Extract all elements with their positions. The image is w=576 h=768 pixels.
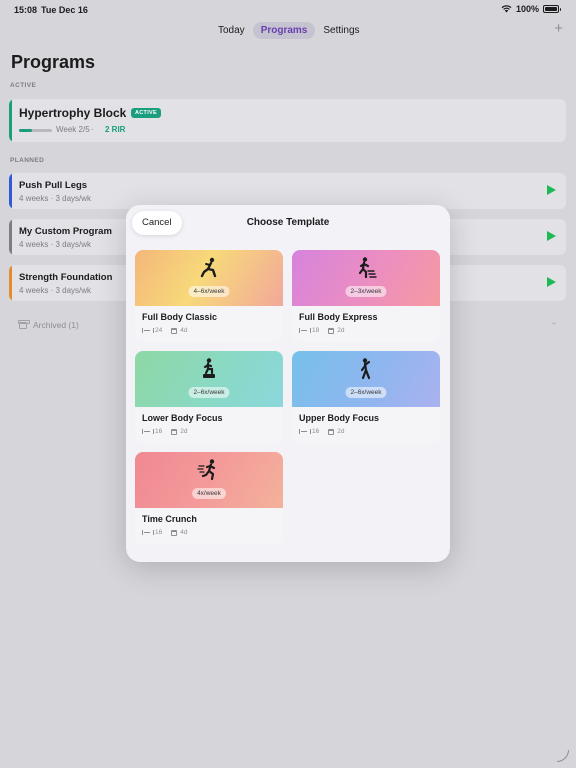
day-count: 2d — [337, 327, 345, 334]
template-meta: 16 4d — [142, 529, 187, 536]
section-active-label: ACTIVE — [10, 82, 37, 89]
calendar-icon — [171, 428, 178, 435]
dumbbell-icon — [299, 429, 311, 434]
planned-program-title: Strength Foundation — [19, 272, 113, 283]
chevron-down-icon[interactable]: › — [550, 322, 559, 325]
card-accent-bar — [9, 173, 12, 209]
week-label: Week 2/5 — [56, 125, 90, 134]
tab-today[interactable]: Today — [210, 22, 253, 39]
planned-program-subtitle: 4 weeks · 3 days/wk — [19, 240, 92, 249]
archived-label: Archived (1) — [33, 320, 79, 330]
template-name: Time Crunch — [142, 514, 197, 524]
exercise-count: 16 — [155, 428, 163, 435]
card-accent-bar — [9, 219, 12, 255]
template-name: Full Body Classic — [142, 312, 218, 322]
choose-template-sheet: Cancel Choose Template 4–6x/week Full Bo… — [126, 205, 450, 562]
template-card[interactable]: 2–6x/week Lower Body Focus 16 2d — [135, 351, 283, 443]
template-header: 4–6x/week — [135, 250, 283, 306]
dumbbell-icon — [142, 328, 154, 333]
dumbbell-icon — [299, 328, 311, 333]
template-header: 2–6x/week — [135, 351, 283, 407]
day-count: 4d — [180, 327, 188, 334]
step-figure-icon — [203, 358, 215, 378]
template-header: 2–6x/week — [292, 351, 440, 407]
planned-program-subtitle: 4 weeks · 3 days/wk — [19, 194, 92, 203]
day-count: 2d — [337, 428, 345, 435]
template-card[interactable]: 4x/week Time Crunch 16 4d — [135, 452, 283, 544]
frequency-pill: 2–3x/week — [345, 286, 387, 297]
tab-settings[interactable]: Settings — [315, 22, 367, 39]
progress-fill — [19, 129, 33, 132]
play-icon[interactable] — [547, 231, 556, 241]
frequency-pill: 4x/week — [192, 488, 226, 499]
top-nav: Today Programs Settings + — [0, 20, 576, 42]
progress-bar — [19, 129, 52, 132]
rir-label: 2 RIR — [105, 125, 126, 134]
frequency-pill: 4–6x/week — [188, 286, 230, 297]
frequency-pill: 2–6x/week — [345, 387, 387, 398]
planned-program-title: Push Pull Legs — [19, 180, 88, 191]
day-count: 4d — [180, 529, 188, 536]
archive-box-icon — [18, 319, 30, 329]
stair-figure-icon — [358, 257, 377, 279]
planned-program-card[interactable]: Push Pull Legs 4 weeks · 3 days/wk — [9, 173, 566, 209]
page-title: Programs — [11, 52, 96, 72]
exercise-count: 24 — [155, 327, 163, 334]
exercise-count: 16 — [312, 428, 320, 435]
template-name: Upper Body Focus — [299, 413, 380, 423]
separator: · — [91, 125, 94, 134]
calendar-icon — [171, 529, 178, 536]
status-badge: ACTIVE — [131, 108, 161, 118]
template-name: Lower Body Focus — [142, 413, 223, 423]
frequency-pill: 2–6x/week — [188, 387, 230, 398]
calendar-icon — [328, 428, 335, 435]
lunge-figure-icon — [200, 257, 217, 278]
exercise-count: 18 — [312, 327, 320, 334]
tab-bar: Today Programs Settings — [210, 20, 368, 40]
running-figure-icon — [197, 459, 216, 481]
status-time: 15:08 — [14, 5, 38, 15]
template-meta: 18 2d — [299, 327, 344, 334]
play-icon[interactable] — [547, 185, 556, 195]
exercise-count: 16 — [155, 529, 163, 536]
template-card[interactable]: 4–6x/week Full Body Classic 24 4d — [135, 250, 283, 342]
template-header: 4x/week — [135, 452, 283, 508]
dumbbell-icon — [142, 530, 154, 535]
planned-program-subtitle: 4 weeks · 3 days/wk — [19, 286, 92, 295]
sheet-title: Choose Template — [246, 217, 330, 228]
template-header: 2–3x/week — [292, 250, 440, 306]
template-meta: 24 4d — [142, 327, 187, 334]
active-program-card[interactable]: Hypertrophy Block ACTIVE Week 2/5 · 2 RI… — [9, 99, 566, 142]
calendar-icon — [328, 327, 335, 334]
template-card[interactable]: 2–3x/week Full Body Express 18 2d — [292, 250, 440, 342]
play-icon[interactable] — [547, 277, 556, 287]
add-program-icon[interactable]: + — [554, 20, 563, 38]
dumbbell-icon — [142, 429, 154, 434]
template-meta: 16 2d — [142, 428, 187, 435]
stretch-figure-icon — [360, 358, 371, 380]
tab-programs[interactable]: Programs — [252, 21, 316, 39]
status-date: Tue Dec 16 — [41, 5, 88, 15]
archived-row[interactable]: Archived (1) — [18, 319, 79, 330]
home-indicator-icon — [557, 750, 569, 762]
card-accent-bar — [9, 265, 12, 301]
day-count: 2d — [180, 428, 188, 435]
card-accent-bar — [9, 99, 12, 142]
active-program-title: Hypertrophy Block — [19, 106, 127, 120]
calendar-icon — [171, 327, 178, 334]
status-right: 100% — [501, 4, 561, 14]
template-card[interactable]: 2–6x/week Upper Body Focus 16 2d — [292, 351, 440, 443]
template-name: Full Body Express — [299, 312, 378, 322]
planned-program-title: My Custom Program — [19, 226, 112, 237]
battery-percent: 100% — [515, 4, 539, 14]
battery-icon — [543, 5, 561, 13]
section-planned-label: PLANNED — [10, 157, 45, 164]
template-meta: 16 2d — [299, 428, 344, 435]
status-bar: 15:08 Tue Dec 16 100% — [0, 0, 576, 20]
wifi-icon — [501, 5, 512, 13]
